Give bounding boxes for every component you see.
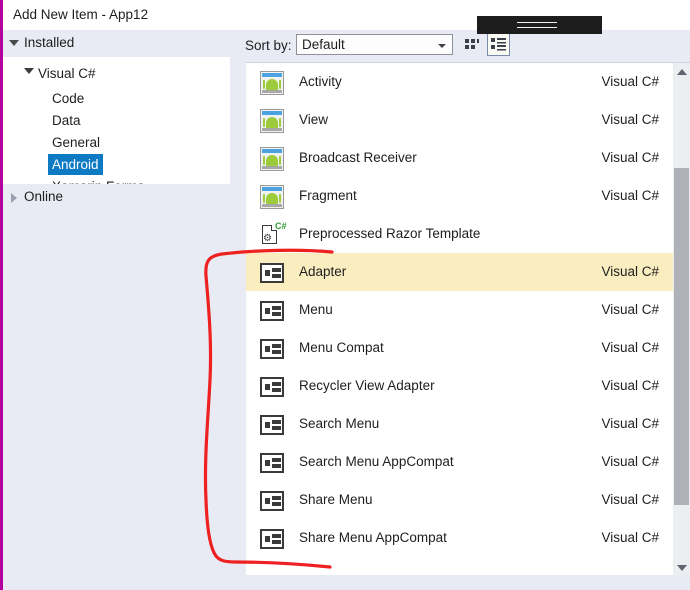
list-item-icon: [260, 263, 284, 283]
template-row-name: Recycler View Adapter: [299, 378, 435, 393]
tree-group-online[interactable]: Online: [0, 184, 238, 211]
sort-by-label: Sort by:: [245, 38, 292, 53]
visual-csharp-expander-icon[interactable]: [24, 68, 34, 74]
tree-node-code[interactable]: Code: [52, 88, 84, 109]
template-row-language: Visual C#: [601, 264, 659, 279]
template-row-name: Activity: [299, 74, 342, 89]
triangle-down-icon[interactable]: [9, 40, 19, 46]
template-row[interactable]: View Visual C#: [246, 101, 673, 139]
template-row[interactable]: ⚙ C# Preprocessed Razor Template: [246, 215, 673, 253]
redaction-overlay: [477, 16, 602, 34]
template-row[interactable]: Share Menu AppCompat Visual C#: [246, 519, 673, 557]
template-row[interactable]: Menu Visual C#: [246, 291, 673, 329]
tree-node-general[interactable]: General: [52, 132, 100, 153]
list-item-icon: [260, 301, 284, 321]
template-row-name: Adapter: [299, 264, 347, 279]
razor-template-icon: ⚙ C#: [262, 221, 287, 244]
list-item-icon: [260, 529, 284, 549]
template-row[interactable]: Adapter Visual C#: [246, 253, 673, 291]
triangle-right-icon[interactable]: [11, 193, 17, 203]
scroll-down-arrow-icon[interactable]: [673, 559, 690, 575]
window-accent-border: [0, 0, 3, 590]
template-row-name: Menu: [299, 302, 333, 317]
tree-group-installed-label: Installed: [24, 35, 75, 50]
template-row-name: Preprocessed Razor Template: [299, 226, 481, 241]
tree-node-android[interactable]: Android: [48, 154, 103, 175]
sort-toolbar: Sort by: Default: [238, 16, 690, 62]
template-row-name: Share Menu: [299, 492, 373, 507]
template-row[interactable]: Search Menu Visual C#: [246, 405, 673, 443]
list-item-icon: [260, 377, 284, 397]
template-row-language: Visual C#: [601, 530, 659, 545]
template-row-language: Visual C#: [601, 150, 659, 165]
template-row-name: Search Menu AppCompat: [299, 454, 454, 469]
template-row[interactable]: Recycler View Adapter Visual C#: [246, 367, 673, 405]
template-row-language: Visual C#: [601, 378, 659, 393]
template-row-language: Visual C#: [601, 340, 659, 355]
add-new-item-dialog: Add New Item - App12 Visual C# Code Data…: [0, 0, 690, 590]
template-row[interactable]: Search Menu AppCompat Visual C#: [246, 443, 673, 481]
sort-by-value: Default: [302, 37, 345, 52]
template-row-name: Menu Compat: [299, 340, 384, 355]
template-row-language: Visual C#: [601, 454, 659, 469]
installed-tree-body: Visual C# Code Data General Android Xama…: [0, 57, 230, 194]
list-item-icon: [260, 415, 284, 435]
template-row-language: Visual C#: [601, 416, 659, 431]
dialog-title: Add New Item - App12: [13, 7, 149, 22]
tree-node-visual-csharp[interactable]: Visual C#: [38, 63, 96, 84]
scroll-up-glyph: [677, 69, 687, 75]
scrollbar-thumb[interactable]: [674, 168, 689, 505]
scroll-up-arrow-icon[interactable]: [673, 63, 690, 80]
template-row[interactable]: Activity Visual C#: [246, 63, 673, 101]
template-row-language: Visual C#: [601, 492, 659, 507]
template-row[interactable]: Broadcast Receiver Visual C#: [246, 139, 673, 177]
android-activity-icon: [260, 71, 284, 95]
template-row[interactable]: Menu Compat Visual C#: [246, 329, 673, 367]
template-row-language: Visual C#: [601, 74, 659, 89]
templates-scrollbar[interactable]: [673, 63, 690, 575]
template-row[interactable]: Share Menu Visual C#: [246, 481, 673, 519]
scroll-down-glyph: [677, 565, 687, 571]
template-row-name: Share Menu AppCompat: [299, 530, 447, 545]
templates-listbox[interactable]: Activity Visual C# View Visual C# Broadcast …: [246, 62, 690, 575]
list-view-icon[interactable]: [487, 33, 510, 56]
chevron-down-icon[interactable]: [438, 44, 446, 48]
tile-view-icon[interactable]: [460, 33, 483, 56]
template-row-name: Fragment: [299, 188, 357, 203]
tree-node-data[interactable]: Data: [52, 110, 81, 131]
template-row-language: Visual C#: [601, 302, 659, 317]
template-row[interactable]: Fragment Visual C#: [246, 177, 673, 215]
template-row-name: View: [299, 112, 329, 127]
android-activity-icon: [260, 109, 284, 133]
tree-group-installed[interactable]: Installed: [0, 30, 238, 57]
categories-tree-panel: Visual C# Code Data General Android Xama…: [0, 30, 238, 590]
template-row-language: Visual C#: [601, 188, 659, 203]
android-activity-icon: [260, 185, 284, 209]
list-item-icon: [260, 339, 284, 359]
template-row-language: Visual C#: [601, 112, 659, 127]
list-item-icon: [260, 453, 284, 473]
list-item-icon: [260, 491, 284, 511]
tree-group-online-label: Online: [24, 189, 64, 204]
template-row-name: Search Menu: [299, 416, 380, 431]
templates-pane: Sort by: Default Activity Visual C# View…: [238, 16, 690, 590]
android-activity-icon: [260, 147, 284, 171]
sort-by-select[interactable]: Default: [296, 34, 453, 55]
template-row-name: Broadcast Receiver: [299, 150, 417, 165]
